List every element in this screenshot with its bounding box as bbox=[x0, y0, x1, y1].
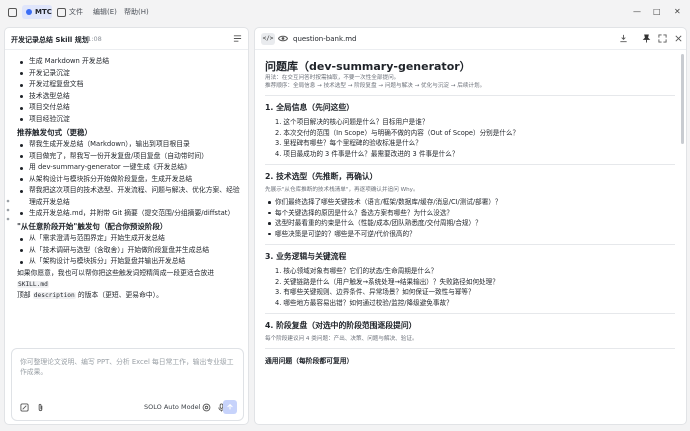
at-icon[interactable] bbox=[202, 403, 211, 412]
preview-panel: </> question-bank.md 问题库（dev-summary-gen… bbox=[254, 27, 687, 425]
chat-messages: 生成 Markdown 开发总结 开发记录沉淀 开发过程复盘文档 技术选型总结 … bbox=[5, 56, 248, 342]
preview-scrollbar[interactable] bbox=[681, 54, 684, 422]
divider bbox=[265, 348, 675, 349]
list-item: 从架构设计与模块拆分开始做阶段复盘，生成开发总结 bbox=[17, 174, 240, 186]
expand-icon[interactable] bbox=[658, 34, 667, 43]
code-view-toggle[interactable]: </> bbox=[261, 33, 275, 45]
question-item: 哪些决策是可逆的？哪些是不可逆/代价很高的？ bbox=[265, 229, 675, 240]
question-item: 1. 核心领域对象有哪些？它们的状态/生命周期是什么？ bbox=[275, 267, 438, 275]
question-item: 1. 这个项目解决的核心问题是什么？目标用户是谁？ bbox=[275, 118, 429, 126]
list-item: 项目做完了，帮我写一份开发复盘/项目复盘（自动带时间） bbox=[17, 151, 240, 163]
list-item: 项目经验沉淀 bbox=[17, 114, 240, 126]
doc-title: 问题库（dev-summary-generator） bbox=[265, 60, 471, 73]
menu-file[interactable]: 文件 bbox=[69, 7, 83, 17]
chat-scroll-dots[interactable] bbox=[6, 198, 10, 222]
send-button[interactable] bbox=[223, 400, 237, 414]
list-item: 从「需求澄清与范围界定」开始生成开发总结 bbox=[17, 233, 240, 245]
app-label: MTC bbox=[35, 8, 52, 16]
divider bbox=[265, 313, 675, 314]
message-composer[interactable]: 你可整理论文说明、编写 PPT、分析 Excel 每日常工作，输出专业级工作成果… bbox=[11, 348, 244, 421]
markdown-document: 问题库（dev-summary-generator） 用法：在交互问答时按需抽取… bbox=[265, 58, 675, 422]
divider bbox=[265, 244, 675, 245]
send-icon bbox=[227, 403, 233, 410]
list-item: 帮我把这次项目的技术选型、开发流程、问题与解决、优化方案、经验整 bbox=[17, 185, 240, 197]
paragraph-text: 顶部 bbox=[17, 290, 33, 299]
question-item: 2. 关键链路是什么（用户触发→系统处理→结果输出）？失败路径如何处理？ bbox=[275, 277, 499, 286]
section-note: 先展示"从仓库推断的技术栈清单"，再逐项确认并追问 Why。 bbox=[265, 187, 419, 193]
section-heading: 推荐触发句式（更稳） bbox=[17, 128, 92, 137]
list-item: 帮我生成开发总结（Markdown），输出到项目根目录 bbox=[17, 139, 240, 151]
composer-toolbar: SOLO Auto Model bbox=[20, 400, 237, 414]
question-item: 3. 有哪些关键规则、边界条件、异常场景？如何保证一致性与幂等？ bbox=[275, 288, 475, 296]
maximize-button[interactable]: □ bbox=[653, 7, 661, 16]
section-heading: 1. 全局信息（先问这些） bbox=[265, 103, 355, 112]
preview-eye-icon[interactable] bbox=[278, 34, 288, 43]
question-item: 2. 本次交付的范围（In Scope）与明确不做的内容（Out of Scop… bbox=[275, 128, 520, 137]
question-item: 4. 项目最成功的 3 件事是什么？最需要改进的 3 件事是什么？ bbox=[275, 149, 459, 158]
question-item: 每个关键选择的原因是什么？备选方案有哪些？为什么没选？ bbox=[265, 208, 675, 219]
composer-placeholder[interactable]: 你可整理论文说明、编写 PPT、分析 Excel 每日常工作，输出专业级工作成果… bbox=[20, 357, 235, 377]
app-logo-icon bbox=[26, 9, 32, 15]
new-window-icon[interactable] bbox=[57, 8, 66, 17]
sidebar-toggle-icon[interactable] bbox=[8, 8, 17, 17]
section-heading: 4. 阶段复盘（对选中的阶段范围逐段提问） bbox=[265, 321, 417, 330]
divider bbox=[265, 95, 675, 96]
inline-code: description bbox=[32, 291, 76, 299]
section-note: 每个阶段建议问 4 类问题：产出、决策、问题与解决、验证。 bbox=[265, 336, 418, 342]
chat-header: 开发记录总结 Skill 规划 21:08 bbox=[5, 28, 248, 50]
chat-options-icon[interactable] bbox=[233, 34, 242, 43]
app-tab[interactable]: MTC bbox=[22, 5, 52, 19]
list-item: 生成 Markdown 开发总结 bbox=[17, 56, 240, 68]
close-preview-icon[interactable] bbox=[674, 34, 683, 43]
section-heading: 3. 业务逻辑与关键流程 bbox=[265, 252, 347, 261]
paperclip-icon[interactable] bbox=[36, 403, 45, 412]
list-item: 从「技术调研与选型（含取舍）」开始做阶段复盘并生成总结 bbox=[17, 245, 240, 257]
list-item: 项目交付总结 bbox=[17, 102, 240, 114]
scrollbar-thumb[interactable] bbox=[681, 54, 684, 144]
chat-time: 21:08 bbox=[83, 35, 102, 43]
list-item: 开发过程复盘文档 bbox=[17, 79, 240, 91]
section-heading: 2. 技术选型（先推断，再确认） bbox=[265, 172, 378, 181]
question-item: 选型时最看重的约束是什么（性能/成本/团队熟悉度/交付周期/合规）？ bbox=[265, 218, 675, 229]
subsection-heading: 通用问题（每阶段都可复用） bbox=[265, 357, 354, 365]
title-bar: MTC 文件 编辑(E) 帮助(H) — □ ✕ bbox=[0, 0, 690, 24]
download-icon[interactable] bbox=[619, 34, 628, 43]
question-item: 3. 里程碑有哪些？每个里程碑的验收标准是什么？ bbox=[275, 139, 422, 147]
closing-paragraph: 如果你愿意，我也可以帮你把这些触发词短精简成一段更适合放进 SKILL.md 顶… bbox=[17, 268, 240, 301]
doc-order-note: 推荐顺序：全局信息 → 技术选型 → 阶段复盘 → 问题与解决 → 优化与沉淀 … bbox=[265, 83, 486, 89]
menu-edit[interactable]: 编辑(E) bbox=[93, 7, 117, 17]
list-item: 开发记录沉淀 bbox=[17, 68, 240, 80]
inline-code: SKILL.md bbox=[17, 280, 49, 288]
question-item: 你们最终选择了哪些关键技术（语言/框架/数据库/缓存/消息/CI/测试/部署）？ bbox=[265, 197, 675, 208]
attach-icon[interactable] bbox=[20, 403, 29, 412]
list-item: 生成开发总结.md，并附带 Git 摘要（提交范围/分组摘要/diffstat） bbox=[17, 208, 240, 220]
paragraph-text: 的版本（更短、更易命中）。 bbox=[75, 290, 163, 299]
list-item: 技术选型总结 bbox=[17, 91, 240, 103]
model-selector[interactable]: SOLO Auto Model bbox=[144, 403, 201, 411]
minimize-button[interactable]: — bbox=[633, 7, 641, 16]
doc-usage-note: 用法：在交互问答时按需抽取，不要一次性全部提问。 bbox=[265, 75, 400, 81]
close-button[interactable]: ✕ bbox=[674, 7, 681, 16]
list-item: 用 dev-summary-generator 一键生成《开发总结》 bbox=[17, 162, 240, 174]
list-item-continuation: 理成开发总结 bbox=[29, 197, 70, 206]
menu-help[interactable]: 帮助(H) bbox=[124, 7, 149, 17]
chat-panel: 开发记录总结 Skill 规划 21:08 生成 Markdown 开发总结 开… bbox=[4, 27, 249, 425]
pin-icon[interactable] bbox=[642, 34, 651, 43]
chat-title: 开发记录总结 Skill 规划 bbox=[11, 36, 89, 44]
section-heading: "从任意阶段开始"触发句（配合你预设阶段） bbox=[17, 222, 168, 231]
question-item: 4. 哪些地方最容易出错？如何通过校验/监控/降级避免事故？ bbox=[275, 298, 453, 307]
paragraph-text: 如果你愿意，我也可以帮你把这些触发词短精简成一段更适合放进 bbox=[17, 268, 215, 277]
list-item: 从「架构设计与模块拆分」开始复盘并输出开发总结 bbox=[17, 256, 240, 268]
divider bbox=[265, 164, 675, 165]
file-name: question-bank.md bbox=[293, 35, 357, 43]
preview-header: </> question-bank.md bbox=[255, 28, 686, 50]
